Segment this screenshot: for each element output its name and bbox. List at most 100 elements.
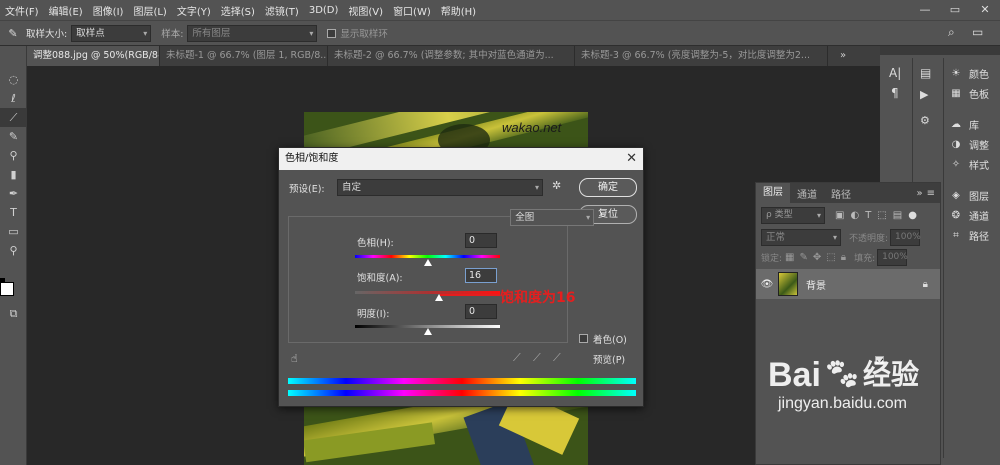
hue-slider-thumb[interactable] bbox=[423, 259, 432, 266]
type-tool-icon[interactable]: T bbox=[0, 203, 27, 222]
fill-input[interactable]: 100% bbox=[877, 248, 908, 266]
tab-layers[interactable]: 图层 bbox=[756, 183, 790, 203]
menu-type[interactable]: 文字(Y) bbox=[172, 3, 216, 18]
dialog-title: 色相/饱和度 bbox=[279, 148, 643, 170]
panel-menu-icon[interactable]: ≡ bbox=[927, 188, 935, 199]
panel-color[interactable]: ☀ 颜色 bbox=[946, 63, 989, 83]
panel-channels[interactable]: ❂ 通道 bbox=[946, 205, 989, 225]
lock-all-icon[interactable]: 🔒︎ bbox=[841, 252, 846, 263]
marquee-tool-icon[interactable]: ◌ bbox=[0, 70, 27, 89]
menu-edit[interactable]: 编辑(E) bbox=[44, 3, 88, 18]
preset-select[interactable]: 自定 ▾ bbox=[337, 179, 543, 196]
channel-select[interactable]: 全图 ▾ bbox=[510, 209, 595, 226]
search-icon[interactable]: ⌕ bbox=[948, 25, 955, 40]
hand-adjust-icon[interactable]: ☝ bbox=[291, 352, 298, 365]
show-ring-label: 显示取样环 bbox=[340, 29, 388, 40]
eyedropper-tool-icon[interactable]: ⟋ bbox=[0, 108, 27, 127]
character-icon[interactable]: A| bbox=[889, 66, 901, 80]
lock-artboard-icon[interactable]: ⬚ bbox=[826, 252, 835, 263]
eyedropper-add-icon[interactable]: ⟋ bbox=[533, 351, 541, 365]
blend-row: 正常 ▾ 不透明度: 100% bbox=[756, 227, 940, 247]
menu-image[interactable]: 图像(I) bbox=[88, 3, 129, 18]
annotation-line bbox=[440, 294, 500, 296]
eyedropper-icon[interactable]: ⟋ bbox=[513, 351, 521, 365]
visibility-eye-icon[interactable]: 👁︎ bbox=[756, 279, 778, 290]
tab-paths[interactable]: 路径 bbox=[824, 186, 858, 201]
panel-styles[interactable]: ✧ 样式 bbox=[946, 154, 989, 174]
brush-tool-icon[interactable]: ✎ bbox=[0, 127, 27, 146]
tab-doc-2[interactable]: 未标题-1 @ 66.7% (图层 1, RGB/8... bbox=[160, 46, 328, 66]
ok-button[interactable]: 确定 bbox=[579, 178, 637, 197]
workspace-icon[interactable]: ▭ bbox=[972, 25, 983, 39]
lasso-tool-icon[interactable]: ℓ bbox=[0, 89, 27, 108]
tab-doc-3[interactable]: 未标题-2 @ 66.7% (调整参数; 其中对蓝色通道为... bbox=[328, 46, 575, 66]
layer-name: 背景 bbox=[806, 280, 826, 292]
dialog-close-button[interactable]: ✕ bbox=[626, 148, 637, 170]
show-ring-checkbox[interactable] bbox=[327, 28, 337, 38]
filter-toggle-icon[interactable]: ● bbox=[908, 210, 917, 221]
color-swatches-icon[interactable] bbox=[0, 274, 27, 304]
menu-3d[interactable]: 3D(D) bbox=[304, 5, 344, 16]
quick-mask-icon[interactable]: ⧉ bbox=[0, 304, 27, 323]
menu-view[interactable]: 视图(V) bbox=[343, 3, 388, 18]
panel-layers[interactable]: ◈ 图层 bbox=[946, 185, 989, 205]
paragraph-icon[interactable]: ¶ bbox=[891, 86, 899, 100]
panel-gap bbox=[946, 174, 989, 185]
sample-select[interactable]: 所有图层 ▾ bbox=[187, 24, 318, 42]
menu-select[interactable]: 选择(S) bbox=[216, 3, 260, 18]
panel-collapse-icon[interactable]: » bbox=[916, 188, 922, 199]
preset-options-gear-icon[interactable]: ✲ bbox=[552, 179, 561, 192]
layer-row-background[interactable]: 👁︎ 背景 🔒︎ bbox=[756, 269, 940, 299]
gradient-tool-icon[interactable]: ▮ bbox=[0, 165, 27, 184]
history-icon[interactable]: ▤ bbox=[920, 66, 931, 80]
shape-tool-icon[interactable]: ▭ bbox=[0, 222, 27, 241]
blend-mode-select[interactable]: 正常 ▾ bbox=[761, 228, 841, 246]
close-window-button[interactable]: ✕ bbox=[970, 0, 1000, 20]
saturation-input[interactable]: 16 bbox=[465, 268, 497, 283]
filter-smart-icon[interactable]: ▤ bbox=[893, 210, 902, 221]
layer-filter-select[interactable]: ρ 类型 ▾ bbox=[761, 206, 825, 224]
panel-library[interactable]: ☁ 库 bbox=[946, 114, 989, 134]
lock-paint-icon[interactable]: ✎ bbox=[800, 252, 808, 263]
menu-help[interactable]: 帮助(H) bbox=[436, 3, 481, 18]
zoom-tool-icon[interactable]: ⚲ bbox=[0, 241, 27, 260]
menu-layer[interactable]: 图层(L) bbox=[128, 3, 171, 18]
styles-icon: ✧ bbox=[951, 158, 961, 170]
tab-doc-4[interactable]: 未标题-3 @ 66.7% (亮度调整为-5，对比度调整为2... bbox=[575, 46, 828, 66]
filter-shape-icon[interactable]: ⬚ bbox=[877, 210, 886, 221]
opacity-input[interactable]: 100% bbox=[890, 228, 921, 246]
lightness-input[interactable]: 0 bbox=[465, 304, 497, 319]
tools-panel: ◌ ℓ ⟋ ✎ ⚲ ▮ ✒ T ▭ ⚲ ⧉ bbox=[0, 46, 27, 465]
hue-input[interactable]: 0 bbox=[465, 233, 497, 248]
panel-swatches[interactable]: ▦ 色板 bbox=[946, 83, 989, 103]
filter-adjust-icon[interactable]: ◐ bbox=[850, 210, 859, 221]
panel-adjustments[interactable]: ◑ 调整 bbox=[946, 134, 989, 154]
preview-label: 预览(P) bbox=[593, 355, 626, 366]
menu-file[interactable]: 文件(F) bbox=[0, 3, 44, 18]
tool-preset-icon[interactable]: ✎ bbox=[0, 27, 26, 40]
filter-type-icon[interactable]: T bbox=[865, 210, 871, 221]
tabs-overflow-icon[interactable]: » bbox=[828, 46, 858, 66]
actions-play-icon[interactable]: ▶ bbox=[920, 88, 928, 101]
color-bar-output bbox=[288, 390, 636, 396]
hue-slider-track[interactable] bbox=[355, 255, 500, 258]
lock-row: 锁定: ▦ ✎ ✥ ⬚ 🔒︎ 填充: 100% bbox=[756, 247, 940, 267]
colorize-checkbox[interactable] bbox=[579, 334, 588, 343]
eyedropper-subtract-icon[interactable]: ⟋ bbox=[553, 351, 561, 365]
properties-icon[interactable]: ⚙ bbox=[920, 114, 930, 127]
pen-tool-icon[interactable]: ✒ bbox=[0, 184, 27, 203]
tab-doc-1[interactable]: 调整088.jpg @ 50%(RGB/8#) * bbox=[27, 46, 160, 66]
menu-filter[interactable]: 滤镜(T) bbox=[260, 3, 304, 18]
clone-tool-icon[interactable]: ⚲ bbox=[0, 146, 27, 165]
lock-move-icon[interactable]: ✥ bbox=[813, 252, 821, 263]
maximize-button[interactable]: ▭ bbox=[940, 0, 970, 20]
panel-paths[interactable]: ⌗ 路径 bbox=[946, 225, 989, 245]
menu-window[interactable]: 窗口(W) bbox=[388, 3, 436, 18]
sample-size-select[interactable]: 取样点 ▾ bbox=[71, 24, 152, 42]
lock-pixels-icon[interactable]: ▦ bbox=[785, 252, 794, 263]
filter-pixel-icon[interactable]: ▣ bbox=[835, 210, 844, 221]
tab-channels[interactable]: 通道 bbox=[790, 186, 824, 201]
minimize-button[interactable]: — bbox=[910, 0, 940, 20]
lightness-slider-thumb[interactable] bbox=[423, 328, 432, 335]
